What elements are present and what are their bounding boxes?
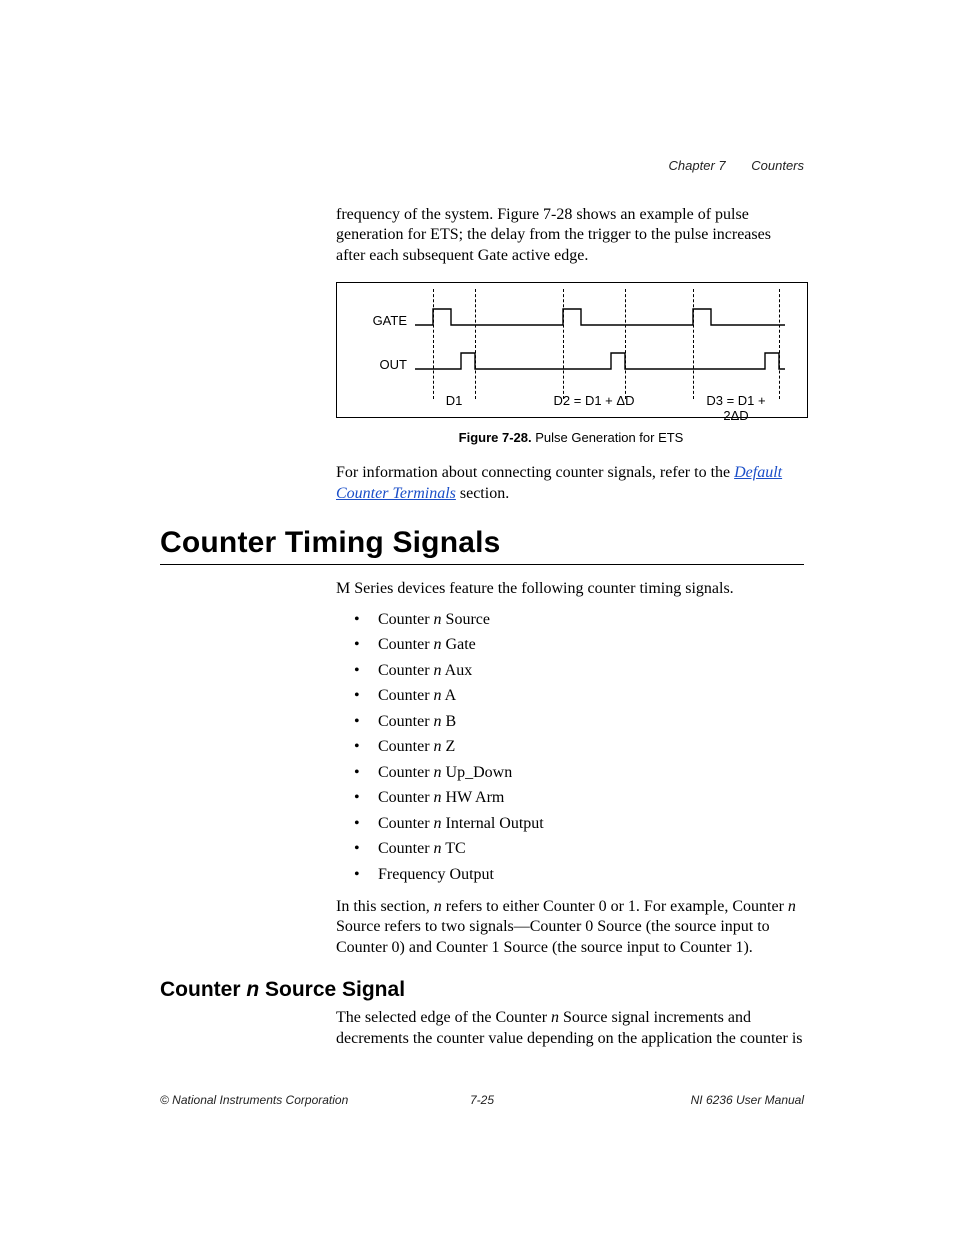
figure-7-28: GATE OUT D1 D2 = D1 + ΔD D3 = D1 + 2ΔD [336,282,808,418]
footer-manual-title: NI 6236 User Manual [691,1093,804,1107]
dash-line [563,289,564,399]
list-item: Counter n Source [378,610,804,630]
footer-page-number: 7-25 [470,1093,494,1107]
list-item: Counter n Internal Output [378,814,804,834]
footer-copyright: © National Instruments Corporation [160,1093,348,1107]
signals-intro: M Series devices feature the following c… [336,579,804,599]
list-item: Counter n Gate [378,635,804,655]
list-item: Counter n B [378,712,804,732]
dash-line [433,289,434,399]
gate-label: GATE [357,313,407,328]
link-paragraph: For information about connecting counter… [336,463,804,504]
list-item: Counter n A [378,686,804,706]
intro-text: frequency of the system. Figure 7-28 sho… [336,205,804,266]
page-footer: © National Instruments Corporation 7-25 … [160,1093,804,1107]
dash-line [475,289,476,399]
signals-list: Counter n Source Counter n Gate Counter … [336,610,804,885]
list-item: Counter n Aux [378,661,804,681]
heading-counter-n-source: Counter n Source Signal [160,978,804,1002]
figure-caption-number: Figure 7-28. [459,430,532,445]
annotation-d1: D1 [446,393,463,408]
dash-line [625,289,626,399]
figure-caption: Figure 7-28. Pulse Generation for ETS [336,430,806,445]
header-title: Counters [751,158,804,173]
out-label: OUT [357,357,407,372]
heading-rule [160,564,804,565]
n-explanation: In this section, n refers to either Coun… [336,897,804,958]
figure-caption-text: Pulse Generation for ETS [532,430,684,445]
header-chapter: Chapter 7 [669,158,726,173]
heading-counter-timing-signals: Counter Timing Signals [160,526,804,560]
intro-paragraph: frequency of the system. Figure 7-28 sho… [336,205,804,266]
list-item: Counter n Z [378,737,804,757]
section-body: M Series devices feature the following c… [336,579,804,958]
dash-line [693,289,694,399]
dash-line [779,289,780,399]
running-header: Chapter 7 Counters [669,158,804,173]
subsection-body: The selected edge of the Counter n Sourc… [336,1008,804,1049]
annotation-d2: D2 = D1 + ΔD [554,393,635,408]
link-post: section. [456,485,509,502]
list-item: Frequency Output [378,865,804,885]
list-item: Counter n HW Arm [378,788,804,808]
list-item: Counter n Up_Down [378,763,804,783]
timing-diagram-svg [415,283,795,383]
manual-page: Chapter 7 Counters frequency of the syst… [0,0,954,1235]
list-item: Counter n TC [378,839,804,859]
annotation-d3: D3 = D1 + 2ΔD [701,393,772,423]
link-pre: For information about connecting counter… [336,464,734,481]
